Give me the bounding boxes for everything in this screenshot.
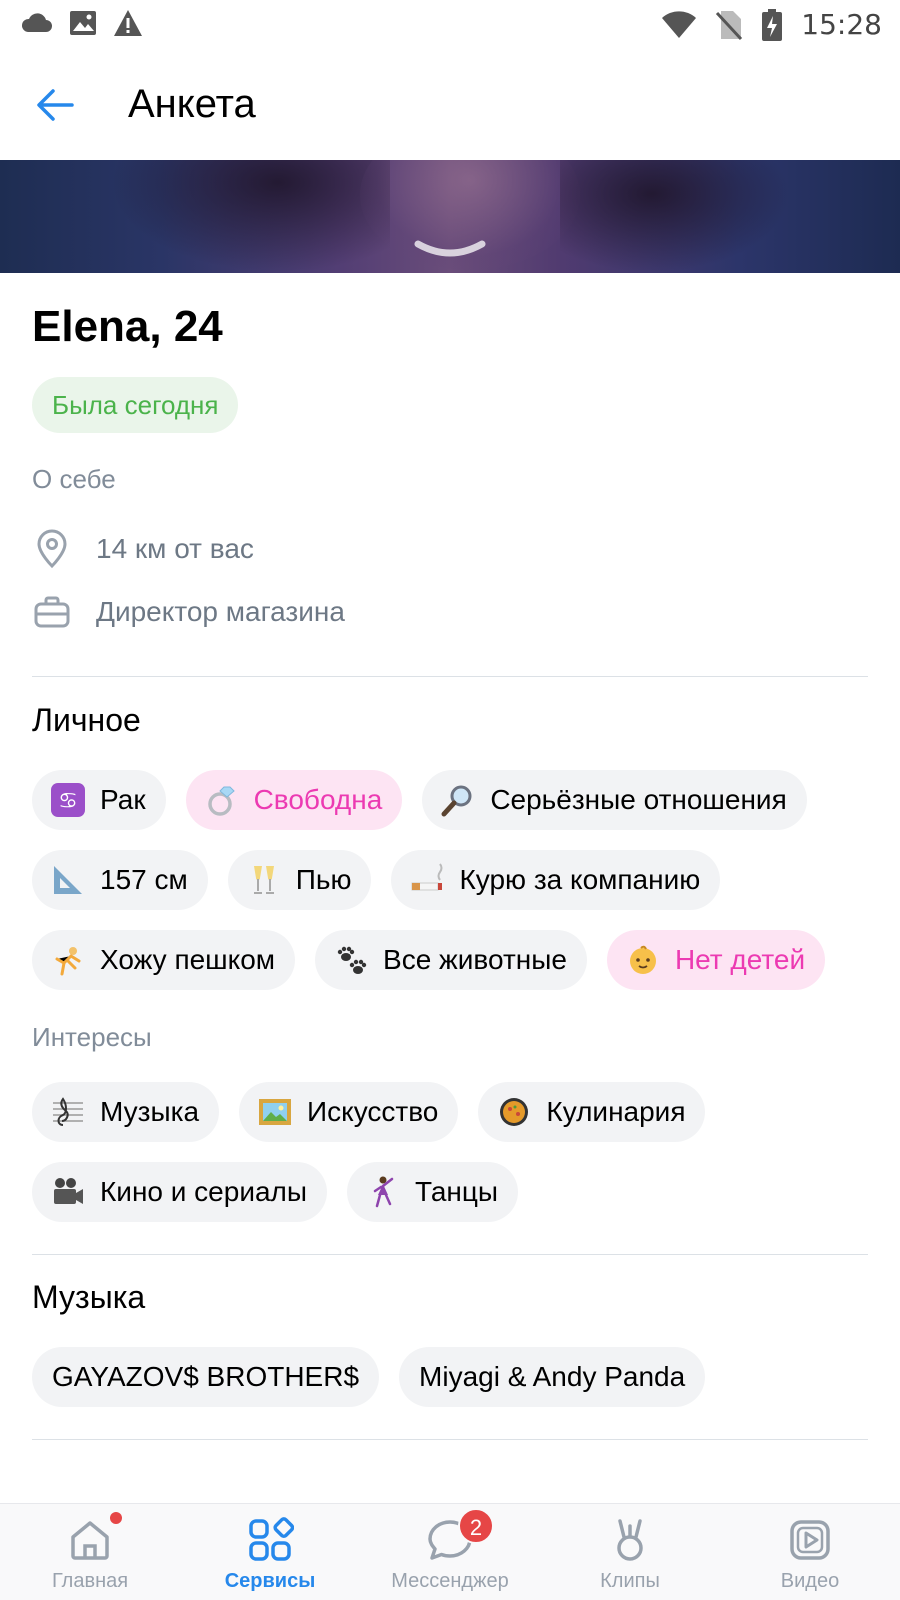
- baby-icon: [625, 942, 661, 978]
- chip-interest-art[interactable]: Искусство: [239, 1082, 459, 1142]
- expand-photo-chevron-icon[interactable]: [412, 236, 488, 266]
- chip-artist[interactable]: GAYAZOV$ BROTHER$: [32, 1347, 380, 1407]
- image-icon: [70, 11, 96, 35]
- location-pin-icon: [32, 529, 72, 569]
- chip-relationship-status[interactable]: Свободна: [185, 770, 403, 830]
- notification-dot: [110, 1512, 122, 1524]
- divider: [32, 676, 868, 677]
- interests-chips-row-2: Кино и сериалы Танцы: [32, 1162, 519, 1222]
- personal-section-title: Личное: [32, 702, 141, 738]
- divider: [32, 1439, 868, 1440]
- chip-children[interactable]: Нет детей: [606, 930, 826, 990]
- chip-sport[interactable]: Хожу пешком: [32, 930, 296, 990]
- personal-chips-row-2: 157 см Пью Курю за компанию: [32, 850, 721, 910]
- bottom-navigation: Главная Сервисы 2 Мессенджер Клипы Видео: [0, 1503, 900, 1600]
- chip-zodiac[interactable]: ♋ Рак: [32, 770, 166, 830]
- nav-item-clips[interactable]: Клипы: [540, 1504, 720, 1600]
- personal-chips-row-3: Хожу пешком Все животные Нет детей: [32, 930, 826, 990]
- ring-icon: [204, 782, 240, 818]
- music-artists-row: GAYAZOV$ BROTHER$ Miyagi & Andy Panda: [32, 1347, 706, 1407]
- chip-interest-movies[interactable]: Кино и сериалы: [32, 1162, 328, 1222]
- chip-pets[interactable]: Все животные: [315, 930, 587, 990]
- interests-title: Интересы: [32, 1022, 152, 1052]
- music-score-icon: [50, 1094, 86, 1130]
- framed-picture-icon: [257, 1094, 293, 1130]
- person-cartwheel-icon: [50, 942, 86, 978]
- photo-hair-right: [560, 160, 790, 273]
- chip-height[interactable]: 157 см: [32, 850, 208, 910]
- chip-alcohol[interactable]: Пью: [227, 850, 372, 910]
- wifi-icon: [662, 10, 697, 38]
- arrow-left-icon: [37, 89, 74, 121]
- paw-prints-icon: [333, 942, 369, 978]
- about-label: О себе: [32, 464, 116, 494]
- distance-row: 14 км от вас: [32, 524, 254, 574]
- nav-item-services[interactable]: Сервисы: [180, 1504, 360, 1600]
- photo-hair-left: [110, 160, 390, 273]
- profile-name: Elena, 24: [32, 302, 223, 351]
- online-status-badge: Была сегодня: [32, 377, 239, 433]
- chip-interest-dance[interactable]: Танцы: [347, 1162, 519, 1222]
- music-section-title: Музыка: [32, 1279, 146, 1315]
- triangle-ruler-icon: [50, 862, 86, 898]
- nav-item-messenger[interactable]: 2 Мессенджер: [360, 1504, 540, 1600]
- back-button[interactable]: [30, 80, 80, 130]
- warning-icon: [114, 10, 142, 36]
- chip-looking-for[interactable]: Серьёзные отношения: [422, 770, 807, 830]
- nav-item-home[interactable]: Главная: [0, 1504, 180, 1600]
- briefcase-icon: [32, 592, 72, 632]
- unread-badge: 2: [458, 1508, 494, 1544]
- chip-smoking[interactable]: Курю за компанию: [391, 850, 721, 910]
- app-header: Анкета: [0, 50, 900, 160]
- status-system: 15:28: [661, 8, 882, 41]
- magnifier-icon: [440, 782, 476, 818]
- chip-interest-cooking[interactable]: Кулинария: [478, 1082, 706, 1142]
- svg-text:♋: ♋: [58, 789, 78, 814]
- job-text: Директор магазина: [96, 596, 345, 627]
- services-icon: [242, 1512, 298, 1568]
- cigarette-icon: [409, 862, 445, 898]
- dancer-icon: [365, 1174, 401, 1210]
- chip-artist[interactable]: Miyagi & Andy Panda: [399, 1347, 706, 1407]
- chip-interest-music[interactable]: Музыка: [32, 1082, 220, 1142]
- status-bar: 15:28: [0, 0, 900, 50]
- champagne-glasses-icon: [246, 862, 282, 898]
- movie-camera-icon: [50, 1174, 86, 1210]
- battery-charging-icon: [762, 8, 783, 41]
- cloud-icon: [21, 13, 52, 32]
- distance-text: 14 км от вас: [96, 533, 254, 564]
- paella-pan-icon: [496, 1094, 532, 1130]
- divider: [32, 1254, 868, 1255]
- no-sim-icon: [716, 10, 743, 40]
- zodiac-cancer-icon: ♋: [50, 782, 86, 818]
- page-title: Анкета: [128, 82, 256, 126]
- job-row: Директор магазина: [32, 587, 345, 637]
- clips-icon: [602, 1512, 658, 1568]
- video-icon: [782, 1512, 838, 1568]
- clock: 15:28: [801, 8, 882, 41]
- personal-chips-row-1: ♋ Рак Свободна Серьёзные отношения: [32, 770, 807, 830]
- nav-item-video[interactable]: Видео: [720, 1504, 900, 1600]
- status-notifications: [20, 8, 144, 38]
- interests-chips-row-1: Музыка Искусство Кулинария: [32, 1082, 706, 1142]
